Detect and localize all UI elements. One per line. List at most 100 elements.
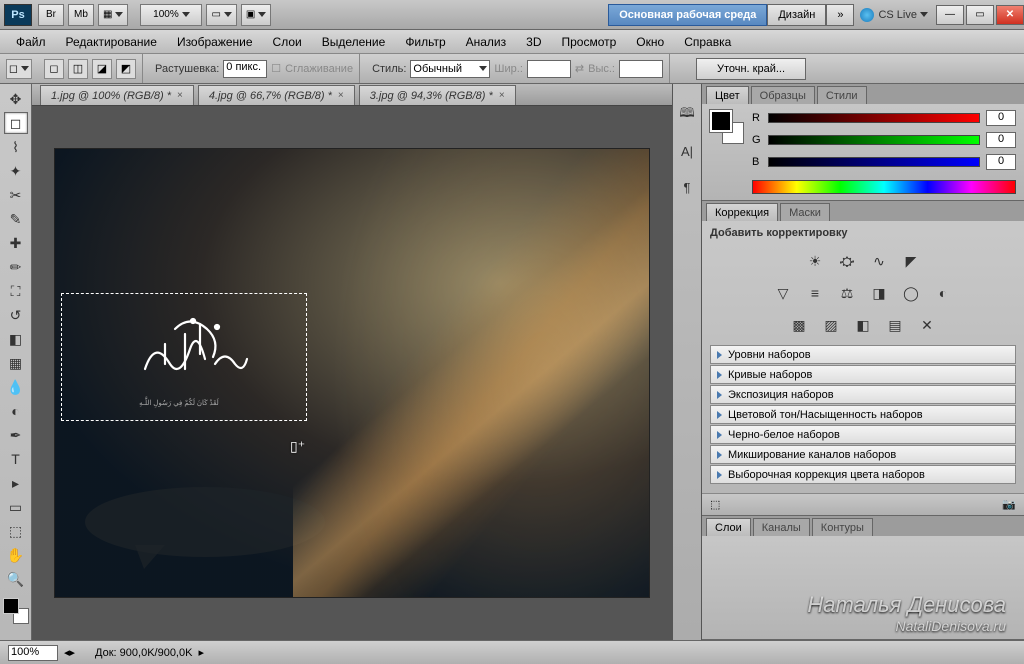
history-brush-tool[interactable]: ↺ (4, 304, 28, 326)
move-tool[interactable]: ✥ (4, 88, 28, 110)
brush-tool[interactable]: ✏ (4, 256, 28, 278)
doc-size-label[interactable]: Док: 900,0K/900,0K ▸ (95, 646, 204, 659)
b-slider[interactable] (768, 157, 980, 167)
zoom-tool[interactable]: 🔍 (4, 568, 28, 590)
g-value[interactable]: 0 (986, 132, 1016, 148)
doc-tab-3[interactable]: 3.jpg @ 94,3% (RGB/8) *× (359, 85, 516, 105)
minimize-button[interactable]: — (936, 5, 964, 25)
workspace-design[interactable]: Дизайн (767, 4, 826, 26)
b-value[interactable]: 0 (986, 154, 1016, 170)
marquee-tool[interactable]: ◻ (4, 112, 28, 134)
tab-layers[interactable]: Слои (706, 518, 751, 536)
screen-mode-button[interactable]: ▣ (241, 4, 271, 26)
minibridge-button[interactable]: Mb (68, 4, 94, 26)
clip-icon[interactable]: ⬚ (710, 498, 720, 511)
zoom-level[interactable]: 100% (140, 4, 202, 26)
menu-view[interactable]: Просмотр (551, 31, 626, 53)
list-item[interactable]: Черно-белое наборов (710, 425, 1016, 444)
channel-mixer-icon[interactable]: ◐ (932, 283, 954, 303)
menu-window[interactable]: Окно (626, 31, 674, 53)
eyedropper-tool[interactable]: ✎ (4, 208, 28, 230)
doc-tab-2[interactable]: 4.jpg @ 66,7% (RGB/8) *× (198, 85, 355, 105)
exposure-icon[interactable]: ◤ (900, 251, 922, 271)
close-icon[interactable]: × (499, 90, 505, 101)
menu-file[interactable]: Файл (6, 31, 56, 53)
type-tool[interactable]: T (4, 448, 28, 470)
refine-edge-button[interactable]: Уточн. край... (696, 58, 806, 80)
paragraph-panel-icon[interactable]: ¶ (677, 176, 697, 198)
tab-adjustments[interactable]: Коррекция (706, 203, 778, 221)
threshold-icon[interactable]: ◧ (852, 315, 874, 335)
list-item[interactable]: Цветовой тон/Насыщенность наборов (710, 405, 1016, 424)
eraser-tool[interactable]: ◧ (4, 328, 28, 350)
trash-icon[interactable]: 📷 (1002, 498, 1016, 511)
tab-styles[interactable]: Стили (817, 86, 867, 104)
gradient-map-icon[interactable]: ▤ (884, 315, 906, 335)
canvas[interactable]: لَقَدْ كَانَ لَكُمْ فِي رَسُولِ اللَّـهِ (55, 149, 649, 597)
hue-bar[interactable] (752, 180, 1016, 194)
menu-edit[interactable]: Редактирование (56, 31, 167, 53)
brightness-icon[interactable]: ☀ (804, 251, 826, 271)
feather-input[interactable]: 0 пикс. (223, 60, 267, 78)
photo-filter-icon[interactable]: ◯ (900, 283, 922, 303)
healing-tool[interactable]: ✚ (4, 232, 28, 254)
close-icon[interactable]: × (177, 90, 183, 101)
dodge-tool[interactable]: ◐ (4, 400, 28, 422)
canvas-area[interactable]: لَقَدْ كَانَ لَكُمْ فِي رَسُولِ اللَّـهِ… (32, 106, 672, 640)
posterize-icon[interactable]: ▨ (820, 315, 842, 335)
selection-new-icon[interactable]: ◻ (44, 59, 64, 79)
selection-intersect-icon[interactable]: ◩ (116, 59, 136, 79)
tool-preset-picker[interactable]: ◻ (6, 59, 32, 79)
selective-color-icon[interactable]: ✕ (916, 315, 938, 335)
list-item[interactable]: Кривые наборов (710, 365, 1016, 384)
zoom-input[interactable]: 100% (8, 645, 58, 661)
close-button[interactable]: ✕ (996, 5, 1024, 25)
workspace-more[interactable]: » (826, 4, 854, 26)
g-slider[interactable] (768, 135, 980, 145)
selection-add-icon[interactable]: ◫ (68, 59, 88, 79)
view-extras-button[interactable]: ▦ (98, 4, 128, 26)
tab-paths[interactable]: Контуры (812, 518, 873, 536)
3d-tool[interactable]: ⬚ (4, 520, 28, 542)
path-select-tool[interactable]: ▸ (4, 472, 28, 494)
bridge-button[interactable]: Br (38, 4, 64, 26)
menu-filter[interactable]: Фильтр (395, 31, 455, 53)
fg-bg-swatch[interactable] (710, 110, 744, 144)
list-item[interactable]: Выборочная коррекция цвета наборов (710, 465, 1016, 484)
tab-swatches[interactable]: Образцы (751, 86, 815, 104)
tab-channels[interactable]: Каналы (753, 518, 810, 536)
crop-tool[interactable]: ✂ (4, 184, 28, 206)
levels-icon[interactable]: ⛮ (836, 251, 858, 271)
menu-layer[interactable]: Слои (263, 31, 312, 53)
tab-masks[interactable]: Маски (780, 203, 830, 221)
history-panel-icon[interactable]: 🕮 (677, 104, 697, 126)
lasso-tool[interactable]: ⌇ (4, 136, 28, 158)
wand-tool[interactable]: ✦ (4, 160, 28, 182)
hue-sat-icon[interactable]: ≡ (804, 283, 826, 303)
pen-tool[interactable]: ✒ (4, 424, 28, 446)
tab-color[interactable]: Цвет (706, 86, 749, 104)
zoom-stepper-icon[interactable]: ◂▸ (64, 646, 75, 659)
maximize-button[interactable]: ▭ (966, 5, 994, 25)
stamp-tool[interactable]: ⛶ (4, 280, 28, 302)
bw-icon[interactable]: ◨ (868, 283, 890, 303)
character-panel-icon[interactable]: A| (677, 140, 697, 162)
workspace-essentials[interactable]: Основная рабочая среда (608, 4, 767, 26)
curves-icon[interactable]: ∿ (868, 251, 890, 271)
gradient-tool[interactable]: ▦ (4, 352, 28, 374)
r-slider[interactable] (768, 113, 980, 123)
cslive-button[interactable]: CS Live (860, 8, 928, 22)
menu-help[interactable]: Справка (674, 31, 741, 53)
menu-image[interactable]: Изображение (167, 31, 263, 53)
menu-3d[interactable]: 3D (516, 31, 551, 53)
shape-tool[interactable]: ▭ (4, 496, 28, 518)
menu-select[interactable]: Выделение (312, 31, 396, 53)
blur-tool[interactable]: 💧 (4, 376, 28, 398)
arrange-button[interactable]: ▭ (206, 4, 236, 26)
invert-icon[interactable]: ▩ (788, 315, 810, 335)
menu-analysis[interactable]: Анализ (456, 31, 517, 53)
color-balance-icon[interactable]: ⚖ (836, 283, 858, 303)
list-item[interactable]: Уровни наборов (710, 345, 1016, 364)
hand-tool[interactable]: ✋ (4, 544, 28, 566)
color-swatches[interactable] (3, 598, 29, 624)
